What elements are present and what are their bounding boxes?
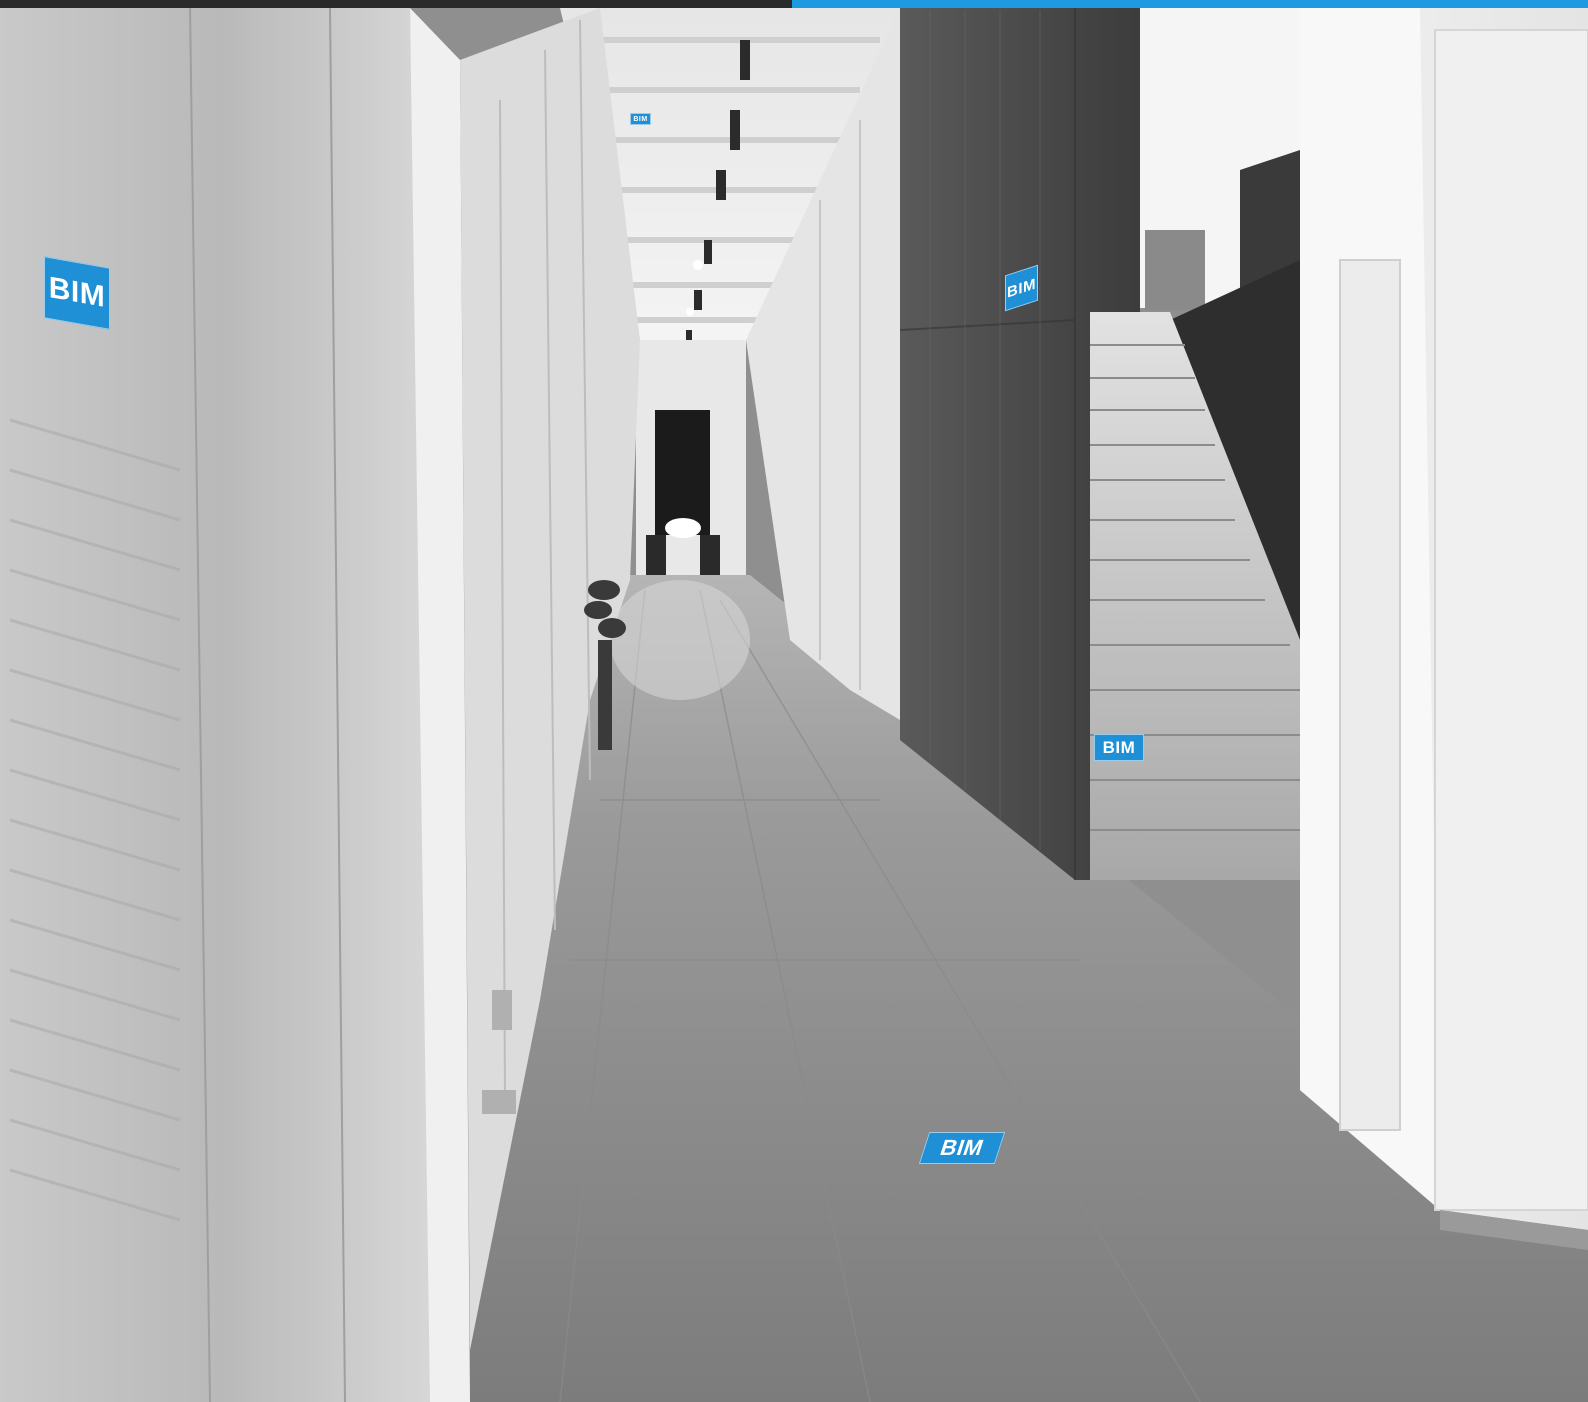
corridor-photo [0,7,1588,1402]
bim-tag-stairs: BIM [1094,734,1144,761]
top-bar-blue [792,0,1588,8]
photo-stage: BIM BIM BIM BIM BIM [0,0,1588,1402]
bim-tag-ceiling: BIM [630,113,651,125]
top-bar-dark [0,0,792,8]
bim-tag-left-wall: BIM [44,256,110,330]
bim-tag-floor: BIM [918,1132,1006,1164]
